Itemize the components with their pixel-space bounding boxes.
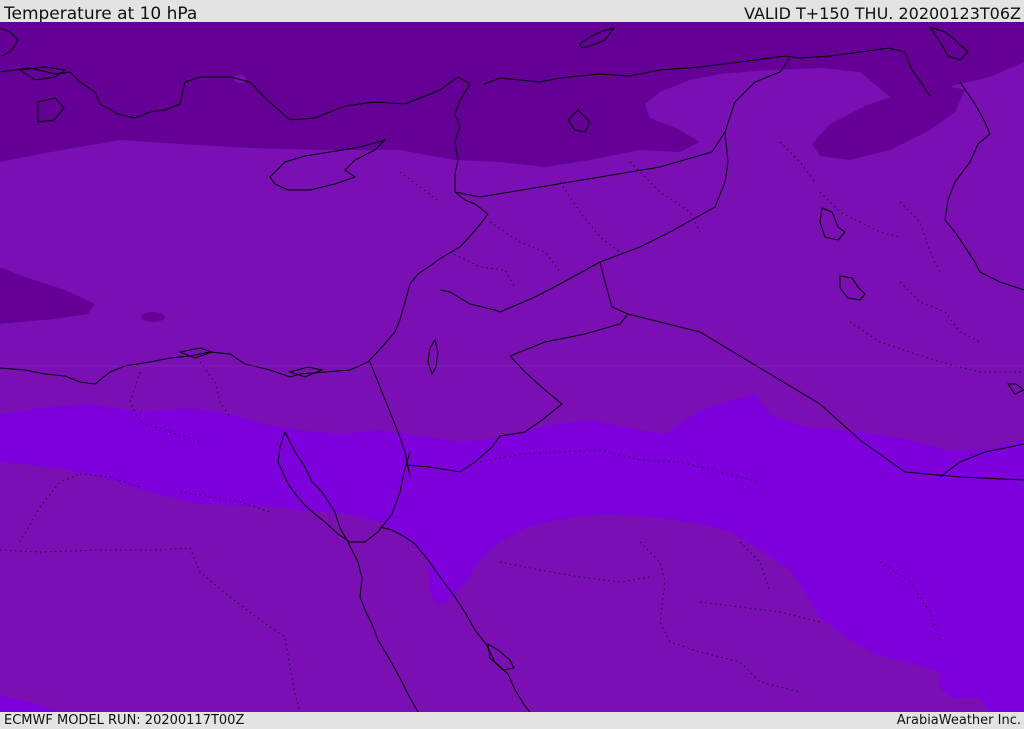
credit-label: ArabiaWeather Inc.	[896, 713, 1021, 728]
temperature-spot-dark	[141, 312, 165, 322]
footer-bar: ECMWF MODEL RUN: 20200117T00Z ArabiaWeat…	[0, 712, 1024, 729]
temperature-map	[0, 22, 1024, 712]
map-viewer: Temperature at 10 hPa VALID T+150 THU. 2…	[0, 0, 1024, 729]
map-title: Temperature at 10 hPa	[4, 4, 198, 24]
header-bar: Temperature at 10 hPa VALID T+150 THU. 2…	[0, 0, 1024, 24]
model-run-label: ECMWF MODEL RUN: 20200117T00Z	[4, 713, 245, 728]
valid-time: VALID T+150 THU. 20200123T06Z	[744, 4, 1021, 23]
